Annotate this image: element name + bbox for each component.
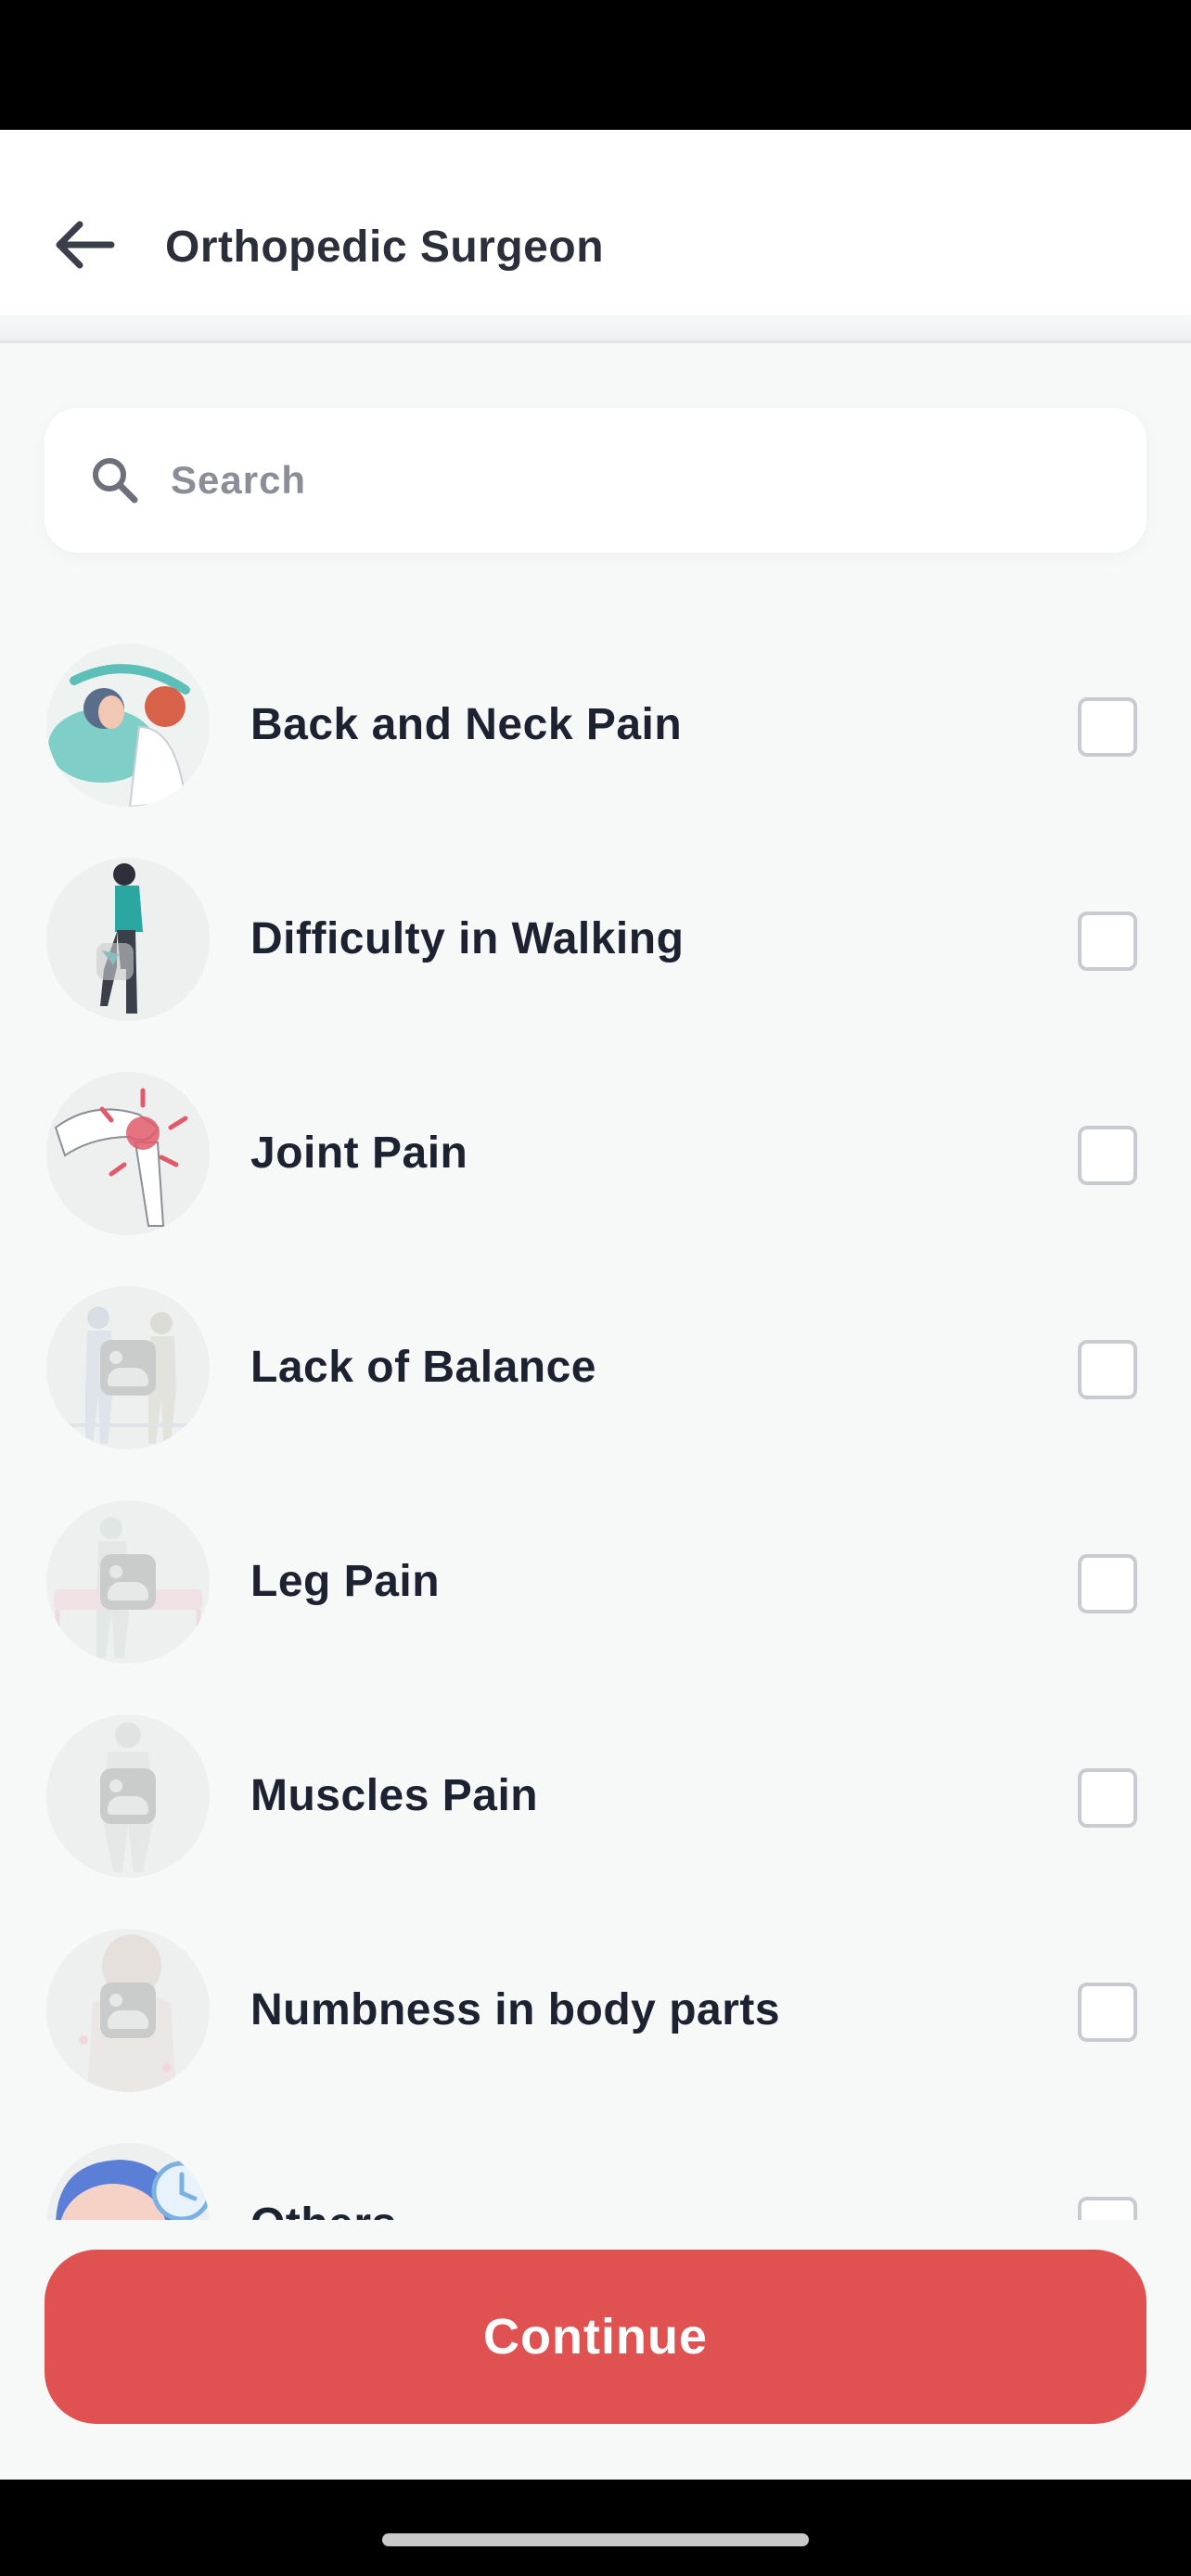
image-placeholder <box>46 1929 210 2092</box>
continue-button[interactable]: Continue <box>45 2250 1146 2424</box>
image-placeholder <box>46 1715 210 1878</box>
header-divider <box>0 315 1191 343</box>
image-placeholder-icon <box>100 1768 156 1824</box>
search-placeholder: Search <box>171 458 307 502</box>
list-item-label: Back and Neck Pain <box>250 700 683 749</box>
doctor-illustration <box>46 2143 210 2220</box>
search-icon <box>93 458 138 504</box>
search-input[interactable]: Search <box>45 408 1146 553</box>
list-item[interactable]: Leg Pain <box>0 1487 1191 1702</box>
list-item[interactable]: Back and Neck Pain <box>0 631 1191 845</box>
list-item[interactable]: Joint Pain <box>0 1059 1191 1273</box>
list-item-label: Numbness in body parts <box>250 1985 781 2034</box>
list-item[interactable]: Muscles Pain <box>0 1702 1191 1916</box>
list-item-label: Leg Pain <box>250 1557 441 1606</box>
app-header: Orthopedic Surgeon <box>0 130 1191 315</box>
list-item-label: Joint Pain <box>250 1129 468 1178</box>
back-button[interactable] <box>46 208 121 282</box>
back-neck-illustration <box>46 644 210 807</box>
image-placeholder <box>46 1286 210 1449</box>
list-item-label: Difficulty in Walking <box>250 914 685 963</box>
checkbox[interactable] <box>1078 2197 1137 2220</box>
arrow-left-icon <box>56 221 115 269</box>
checkbox[interactable] <box>1078 912 1137 971</box>
checkbox[interactable] <box>1078 1983 1137 2042</box>
checkbox[interactable] <box>1078 1768 1137 1828</box>
list-item[interactable]: Lack of Balance <box>0 1273 1191 1487</box>
checkbox[interactable] <box>1078 1126 1137 1185</box>
list-item[interactable]: Numbness in body parts <box>0 1916 1191 2130</box>
checkbox[interactable] <box>1078 1340 1137 1399</box>
image-placeholder <box>46 1500 210 1664</box>
system-navigation-bar <box>0 2480 1191 2576</box>
walking-illustration <box>46 858 210 1021</box>
list-item-label: Muscles Pain <box>250 1771 539 1820</box>
checkbox[interactable] <box>1078 1554 1137 1613</box>
joint-illustration <box>46 1072 210 1235</box>
list-item[interactable]: Others <box>0 2130 1191 2220</box>
page-title: Orthopedic Surgeon <box>165 223 605 272</box>
symptom-list[interactable]: Back and Neck Pain Difficulty in Walking <box>0 631 1191 2220</box>
image-placeholder-icon <box>100 1340 156 1396</box>
checkbox[interactable] <box>1078 697 1137 757</box>
image-placeholder-icon <box>100 1554 156 1610</box>
list-item[interactable]: Difficulty in Walking <box>0 845 1191 1059</box>
image-placeholder-icon <box>100 1983 156 2038</box>
home-indicator[interactable] <box>382 2533 809 2546</box>
list-item-label: Others <box>250 2180 397 2220</box>
status-bar <box>0 0 1191 130</box>
list-item-label: Lack of Balance <box>250 1343 596 1392</box>
